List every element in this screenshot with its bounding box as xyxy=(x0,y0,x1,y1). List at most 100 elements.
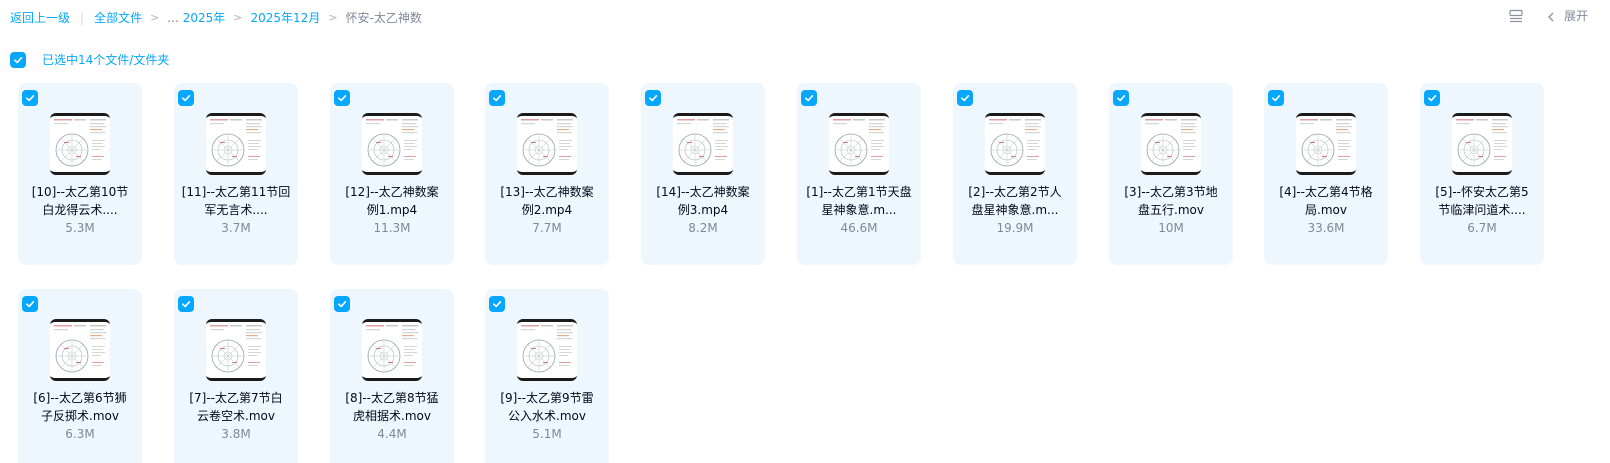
file-card[interactable]: [10]--太乙第10节 白龙得云术.... 5.3M xyxy=(18,83,142,265)
file-card[interactable]: [6]--太乙第6节狮 子反掷术.mov 6.3M xyxy=(18,289,142,463)
file-checkbox[interactable] xyxy=(801,90,817,106)
video-thumbnail-icon xyxy=(50,322,110,378)
expand-button[interactable]: 展开 xyxy=(1564,7,1588,24)
check-icon xyxy=(1271,94,1281,102)
file-card[interactable]: [8]--太乙第8节猛 虎相据术.mov 4.4M xyxy=(330,289,454,463)
breadcrumb-year[interactable]: 2025年 xyxy=(183,9,226,26)
file-name-line: 云卷空术.mov xyxy=(197,409,275,423)
file-size: 8.2M xyxy=(688,221,718,235)
file-name-line: [9]--太乙第9节雷 xyxy=(500,391,594,405)
check-icon xyxy=(337,94,347,102)
file-card[interactable]: [12]--太乙神数案 例1.mp4 11.3M xyxy=(330,83,454,265)
file-checkbox[interactable] xyxy=(22,296,38,312)
file-name: [6]--太乙第6节狮 子反掷术.mov xyxy=(24,389,136,425)
video-thumbnail xyxy=(1296,113,1356,175)
breadcrumb-ellipsis[interactable]: ... xyxy=(167,11,178,25)
file-checkbox[interactable] xyxy=(22,90,38,106)
file-card[interactable]: [5]--怀安太乙第5 节临津问道术.... 6.7M xyxy=(1420,83,1544,265)
video-thumbnail-icon xyxy=(362,322,422,378)
file-name-line: 例3.mp4 xyxy=(677,203,729,217)
file-card[interactable]: [7]--太乙第7节白 云卷空术.mov 3.8M xyxy=(174,289,298,463)
breadcrumb-month[interactable]: 2025年12月 xyxy=(251,9,321,26)
file-size: 6.7M xyxy=(1467,221,1497,235)
video-thumbnail xyxy=(50,113,110,175)
breadcrumb-all-files[interactable]: 全部文件 xyxy=(94,9,142,26)
check-icon xyxy=(181,94,191,102)
file-name-line: [12]--太乙神数案 xyxy=(345,185,439,199)
file-size: 4.4M xyxy=(377,427,407,441)
file-checkbox[interactable] xyxy=(645,90,661,106)
file-checkbox[interactable] xyxy=(489,90,505,106)
video-thumbnail xyxy=(206,319,266,381)
video-thumbnail-icon xyxy=(1452,116,1512,172)
file-size: 46.6M xyxy=(840,221,878,235)
file-name-line: [11]--太乙第11节回 xyxy=(181,185,291,199)
file-checkbox[interactable] xyxy=(1424,90,1440,106)
file-name: [4]--太乙第4节格 局.mov xyxy=(1270,183,1382,219)
file-name: [2]--太乙第2节人 盘星神象意.m... xyxy=(959,183,1071,219)
file-size: 19.9M xyxy=(996,221,1034,235)
file-card[interactable]: [11]--太乙第11节回 军无言术.... 3.7M xyxy=(174,83,298,265)
file-checkbox[interactable] xyxy=(1113,90,1129,106)
file-card[interactable]: [4]--太乙第4节格 局.mov 33.6M xyxy=(1264,83,1388,265)
video-thumbnail-icon xyxy=(206,116,266,172)
file-name-line: 军无言术.... xyxy=(204,203,268,217)
check-icon xyxy=(648,94,658,102)
breadcrumb-arrow-icon: > xyxy=(328,11,338,24)
file-name: [9]--太乙第9节雷 公入水术.mov xyxy=(491,389,603,425)
check-icon xyxy=(13,56,23,63)
file-name: [3]--太乙第3节地 盘五行.mov xyxy=(1115,183,1227,219)
file-checkbox[interactable] xyxy=(334,90,350,106)
file-name-line: 公入水术.mov xyxy=(508,409,586,423)
file-card[interactable]: [3]--太乙第3节地 盘五行.mov 10M xyxy=(1109,83,1233,265)
file-size: 3.7M xyxy=(221,221,251,235)
video-thumbnail xyxy=(517,113,577,175)
file-card[interactable]: [13]--太乙神数案 例2.mp4 7.7M xyxy=(485,83,609,265)
video-thumbnail xyxy=(985,113,1045,175)
file-size: 5.1M xyxy=(532,427,562,441)
file-name-line: [6]--太乙第6节狮 xyxy=(33,391,127,405)
file-size: 5.3M xyxy=(65,221,95,235)
file-name: [13]--太乙神数案 例2.mp4 xyxy=(491,183,603,219)
file-checkbox[interactable] xyxy=(489,296,505,312)
video-thumbnail xyxy=(829,113,889,175)
chevron-left-icon[interactable] xyxy=(1544,9,1558,23)
file-name-line: [3]--太乙第3节地 xyxy=(1124,185,1218,199)
file-name-line: [4]--太乙第4节格 xyxy=(1279,185,1373,199)
file-name-line: 星神象意.m... xyxy=(821,203,897,217)
back-link[interactable]: 返回上一级 xyxy=(10,9,70,26)
file-checkbox[interactable] xyxy=(1268,90,1284,106)
check-icon xyxy=(1427,94,1437,102)
file-name-line: 虎相据术.mov xyxy=(353,409,431,423)
file-checkbox[interactable] xyxy=(178,296,194,312)
video-thumbnail-icon xyxy=(829,116,889,172)
file-card[interactable]: [9]--太乙第9节雷 公入水术.mov 5.1M xyxy=(485,289,609,463)
file-size: 6.3M xyxy=(65,427,95,441)
check-icon xyxy=(804,94,814,102)
video-thumbnail xyxy=(206,113,266,175)
file-card[interactable]: [2]--太乙第2节人 盘星神象意.m... 19.9M xyxy=(953,83,1077,265)
video-thumbnail xyxy=(1141,113,1201,175)
video-thumbnail-icon xyxy=(1296,116,1356,172)
video-thumbnail-icon xyxy=(517,322,577,378)
breadcrumb-arrow-icon: > xyxy=(150,11,160,24)
video-thumbnail xyxy=(517,319,577,381)
video-thumbnail xyxy=(362,113,422,175)
file-name-line: [5]--怀安太乙第5 xyxy=(1435,185,1529,199)
check-icon xyxy=(181,300,191,308)
file-name-line: [10]--太乙第10节 xyxy=(31,185,129,199)
video-thumbnail xyxy=(1452,113,1512,175)
file-name-line: 节临津问道术.... xyxy=(1438,203,1526,217)
file-name-line: [2]--太乙第2节人 xyxy=(968,185,1062,199)
file-card[interactable]: [14]--太乙神数案 例3.mp4 8.2M xyxy=(641,83,765,265)
file-checkbox[interactable] xyxy=(334,296,350,312)
video-thumbnail xyxy=(50,319,110,381)
file-name-line: 局.mov xyxy=(1305,203,1347,217)
check-icon xyxy=(492,300,502,308)
select-all-checkbox[interactable] xyxy=(10,51,26,68)
file-checkbox[interactable] xyxy=(178,90,194,106)
file-card[interactable]: [1]--太乙第1节天盘 星神象意.m... 46.6M xyxy=(797,83,921,265)
check-icon xyxy=(25,300,35,308)
list-view-icon[interactable] xyxy=(1508,8,1524,24)
file-checkbox[interactable] xyxy=(957,90,973,106)
